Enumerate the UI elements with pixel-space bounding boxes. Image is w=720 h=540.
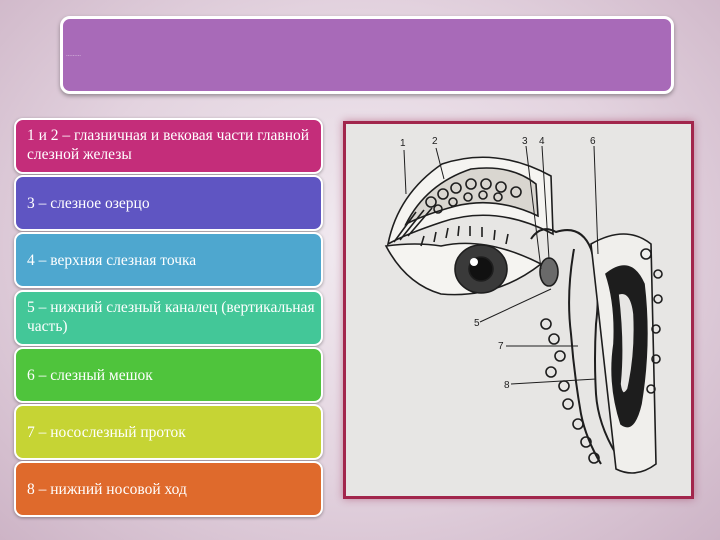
legend-item-label: 3 – слезное озерцо: [27, 194, 150, 212]
legend-item-label: 6 – слезный мешок: [27, 366, 153, 384]
legend-item-3: 3 – слезное озерцо: [14, 175, 323, 231]
legend-item-label: 1 и 2 – глазничная и вековая части главн…: [27, 127, 310, 163]
legend-item-8: 8 – нижний носовой ход: [14, 461, 323, 517]
legend-item-1-2: 1 и 2 – глазничная и вековая части главн…: [14, 118, 323, 174]
anatomy-drawing: 1 2 3 4 5 6 7 8: [384, 136, 663, 474]
title-placeholder-box: ………: [60, 16, 674, 94]
callout-label: 5: [474, 318, 480, 329]
callout-label: 4: [539, 136, 545, 147]
callout-label: 7: [498, 341, 504, 352]
legend-item-label: 5 – нижний слезный каналец (вертикальная…: [27, 299, 315, 335]
legend-item-5: 5 – нижний слезный каналец (вертикальная…: [14, 290, 323, 346]
legend-item-label: 4 – верхняя слезная точка: [27, 251, 197, 269]
callout-label: 2: [432, 136, 438, 147]
legend-item-label: 7 – носослезный проток: [27, 423, 186, 441]
callout-label: 1: [400, 138, 406, 149]
callout-label: 3: [522, 136, 528, 147]
legend-item-label: 8 – нижний носовой ход: [27, 480, 187, 498]
legend-item-7: 7 – носослезный проток: [14, 404, 323, 460]
callout-label: 8: [504, 380, 510, 391]
legend-item-6: 6 – слезный мешок: [14, 347, 323, 403]
legend-item-4: 4 – верхняя слезная точка: [14, 232, 323, 288]
title-text: ………: [66, 52, 81, 58]
callout-label: 6: [590, 136, 596, 147]
lacrimal-apparatus-illustration: 1 2 3 4 5 6 7 8: [343, 121, 694, 499]
